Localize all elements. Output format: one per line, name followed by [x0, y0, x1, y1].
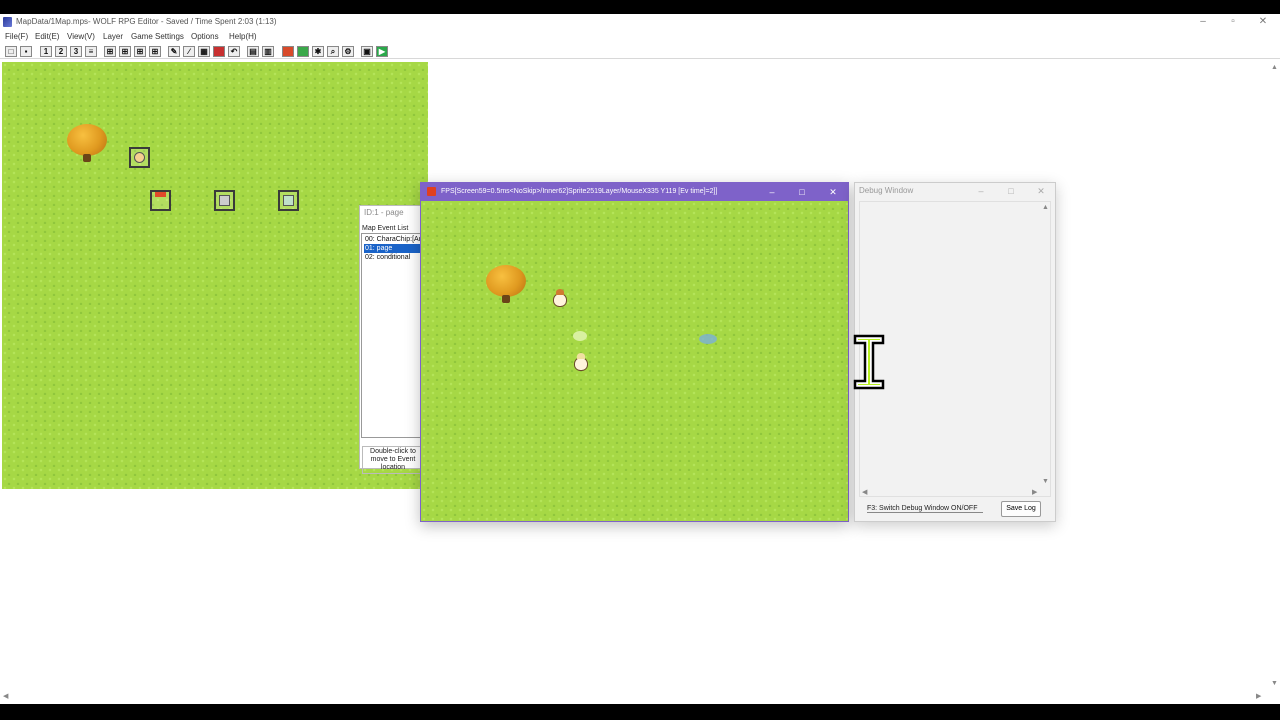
- menu-edit[interactable]: Edit(E): [35, 30, 59, 43]
- scroll-left-icon[interactable]: ◀: [3, 692, 8, 700]
- debug-hint: F3: Switch Debug Window ON/OFF: [867, 505, 984, 513]
- menu-help[interactable]: Help(H): [229, 30, 257, 43]
- maximize-button[interactable]: ▫: [1218, 14, 1248, 30]
- debug-window-title: Debug Window: [859, 186, 914, 195]
- autumn-tree: [66, 124, 108, 164]
- new-file-icon[interactable]: □: [5, 46, 17, 57]
- event-panel-hint: Double-click to move to Event location: [362, 446, 424, 474]
- event-list-item-2[interactable]: 02: conditional: [364, 253, 424, 262]
- debug-scroll-left-icon[interactable]: ◀: [862, 488, 867, 496]
- event-list: 00: CharaChip:[Ar 01: page 02: condition…: [361, 233, 424, 438]
- eraser-icon[interactable]: [213, 46, 225, 57]
- undo-icon[interactable]: ↶: [228, 46, 240, 57]
- scroll-up-icon[interactable]: ▲: [1271, 64, 1278, 71]
- zoom-2-icon[interactable]: ⊞: [119, 46, 131, 57]
- menu-bar: File(F) Edit(E) View(V) Layer Game Setti…: [0, 30, 1280, 43]
- vertical-scrollbar[interactable]: ▲ ▼: [1268, 62, 1280, 692]
- layer-3-button[interactable]: 3: [70, 46, 82, 57]
- pencil-icon[interactable]: ✎: [168, 46, 180, 57]
- puddle-object: [699, 334, 717, 344]
- debug-close-button[interactable]: ✕: [1027, 183, 1055, 199]
- event-tile-conditional[interactable]: [214, 190, 235, 211]
- save-log-button[interactable]: Save Log: [1001, 501, 1041, 517]
- player-sprite: [573, 353, 589, 371]
- layer-2-button[interactable]: 2: [55, 46, 67, 57]
- window-title: MapData/1Map.mps- WOLF RPG Editor - Save…: [16, 17, 277, 26]
- event-layer-icon[interactable]: ≡: [85, 46, 97, 57]
- menu-view[interactable]: View(V): [67, 30, 95, 43]
- save-icon[interactable]: ▪: [20, 46, 32, 57]
- minimize-button[interactable]: –: [1188, 14, 1218, 30]
- close-button[interactable]: ✕: [1248, 14, 1278, 30]
- layer-1-button[interactable]: 1: [40, 46, 52, 57]
- menu-game-settings[interactable]: Game Settings: [131, 30, 184, 43]
- game-config-icon[interactable]: ▣: [361, 46, 373, 57]
- npc-sprite: [552, 289, 568, 307]
- fill-icon[interactable]: ▦: [198, 46, 210, 57]
- wolf-app-icon: [3, 17, 12, 27]
- game-viewport[interactable]: [421, 201, 848, 521]
- game-app-icon: [427, 187, 436, 196]
- scroll-right-icon[interactable]: ▶: [1256, 692, 1261, 700]
- sparkle-effect: [573, 331, 587, 341]
- event-list-item-0[interactable]: 00: CharaChip:[Ar: [364, 235, 424, 244]
- zoom-4-icon[interactable]: ⊞: [149, 46, 161, 57]
- tileset-icon[interactable]: ▥: [262, 46, 274, 57]
- toolbar: □ ▪ 1 2 3 ≡ ⊞ ⊞ ⊞ ⊞ ✎ ∕ ▦ ↶ ▤ ▥ ✱ ⌕ ⚙ ▣ …: [0, 44, 1280, 59]
- common-events-icon[interactable]: [297, 46, 309, 57]
- game-close-button[interactable]: ✕: [818, 183, 848, 201]
- event-list-label: Map Event List: [362, 225, 409, 232]
- game-window-title: FPS[Screen59=0.5ms<NoSkip>/Inner62]Sprit…: [441, 188, 718, 195]
- game-window: FPS[Screen59=0.5ms<NoSkip>/Inner62]Sprit…: [420, 182, 849, 522]
- event-tile-4[interactable]: [278, 190, 299, 211]
- scroll-down-icon[interactable]: ▼: [1271, 680, 1278, 687]
- debug-maximize-button[interactable]: □: [997, 183, 1025, 199]
- autumn-tree: [485, 265, 527, 305]
- menu-file[interactable]: File(F): [5, 30, 28, 43]
- event-list-item-1[interactable]: 01: page: [364, 244, 424, 253]
- zoom-1-icon[interactable]: ⊞: [104, 46, 116, 57]
- line-icon[interactable]: ∕: [183, 46, 195, 57]
- game-window-titlebar: FPS[Screen59=0.5ms<NoSkip>/Inner62]Sprit…: [421, 183, 848, 201]
- map-settings-icon[interactable]: ▤: [247, 46, 259, 57]
- search-icon[interactable]: ⌕: [327, 46, 339, 57]
- menu-options[interactable]: Options: [191, 30, 219, 43]
- debug-minimize-button[interactable]: –: [967, 183, 995, 199]
- debug-log-area[interactable]: ▲ ▼ ◀ ▶: [859, 201, 1051, 497]
- settings-icon[interactable]: ⚙: [342, 46, 354, 57]
- game-maximize-button[interactable]: □: [787, 183, 817, 201]
- event-tile-chara[interactable]: [129, 147, 150, 168]
- event-tile-page[interactable]: [150, 190, 171, 211]
- debug-scroll-right-icon[interactable]: ▶: [1032, 488, 1037, 496]
- horizontal-scrollbar[interactable]: ◀ ▶: [0, 690, 1268, 702]
- text-cursor-icon: [853, 334, 885, 390]
- screen: MapData/1Map.mps- WOLF RPG Editor - Save…: [0, 0, 1280, 720]
- game-minimize-button[interactable]: –: [757, 183, 787, 201]
- tools-icon[interactable]: ✱: [312, 46, 324, 57]
- zoom-3-icon[interactable]: ⊞: [134, 46, 146, 57]
- database-icon[interactable]: [282, 46, 294, 57]
- event-list-panel: ID:1 - page Map Event List 00: CharaChip…: [359, 205, 427, 474]
- event-panel-title: ID:1 - page: [364, 208, 404, 217]
- debug-scroll-up-icon[interactable]: ▲: [1042, 204, 1049, 211]
- debug-scroll-down-icon[interactable]: ▼: [1042, 478, 1049, 485]
- test-play-icon[interactable]: ▶: [376, 46, 388, 57]
- editor-titlebar: MapData/1Map.mps- WOLF RPG Editor - Save…: [0, 14, 1280, 30]
- menu-layer[interactable]: Layer: [103, 30, 123, 43]
